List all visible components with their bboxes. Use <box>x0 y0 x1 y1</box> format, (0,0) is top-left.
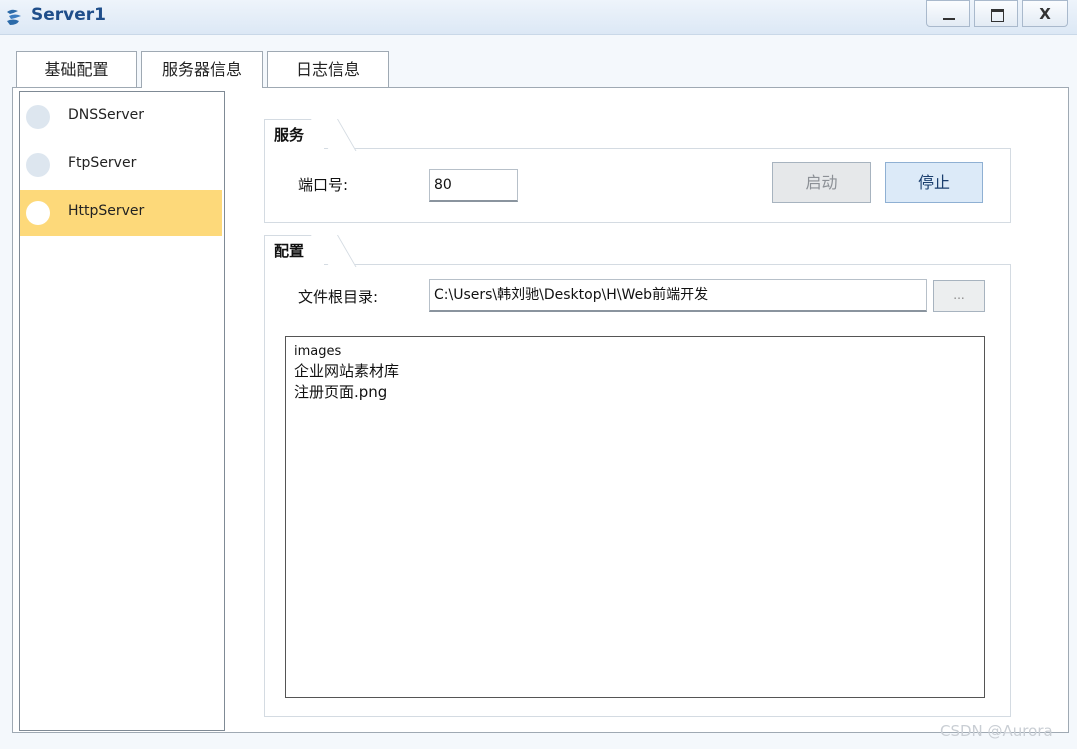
service-list[interactable]: DNSServer FtpServer HttpServer <box>19 91 225 731</box>
service-group-title: 服务 <box>264 119 324 149</box>
watermark: CSDN @Aurora <box>940 722 1053 740</box>
list-item[interactable]: images <box>294 343 976 361</box>
tab-basic-config[interactable]: 基础配置 <box>16 51 137 87</box>
start-button[interactable]: 启动 <box>772 162 871 203</box>
maximize-icon <box>991 9 1004 22</box>
close-icon: X <box>1039 5 1051 23</box>
port-label: 端口号: <box>298 176 349 194</box>
title-bar: Server1 X <box>0 0 1077 35</box>
port-field[interactable]: 80 <box>429 169 518 202</box>
close-button[interactable]: X <box>1022 0 1068 27</box>
service-item-label: DNSServer <box>68 107 145 123</box>
status-dot-icon <box>26 153 50 177</box>
maximize-button[interactable] <box>974 0 1018 27</box>
server-app-icon <box>7 9 21 25</box>
tab-log-info[interactable]: 日志信息 <box>267 51 389 87</box>
tab-server-info[interactable]: 服务器信息 <box>141 51 263 88</box>
status-dot-icon <box>26 201 50 225</box>
service-item-label: FtpServer <box>68 155 137 171</box>
root-dir-label: 文件根目录: <box>298 288 379 306</box>
minimize-button[interactable] <box>926 0 970 27</box>
list-item[interactable]: 注册页面.png <box>294 382 976 403</box>
service-item-label: HttpServer <box>68 203 145 219</box>
root-dir-field[interactable]: C:\Users\韩刘驰\Desktop\H\Web前端开发 <box>429 279 927 312</box>
minimize-icon <box>943 18 955 20</box>
list-item[interactable]: 企业网站素材库 <box>294 361 976 382</box>
service-item-ftp[interactable]: FtpServer <box>20 142 222 188</box>
service-item-http[interactable]: HttpServer <box>20 190 222 236</box>
config-group-title: 配置 <box>264 235 324 265</box>
window-title: Server1 <box>31 5 106 25</box>
file-list[interactable]: images 企业网站素材库 注册页面.png <box>285 336 985 698</box>
service-item-dns[interactable]: DNSServer <box>20 94 222 140</box>
status-dot-icon <box>26 105 50 129</box>
browse-button[interactable]: ... <box>933 280 985 312</box>
stop-button[interactable]: 停止 <box>885 162 983 203</box>
